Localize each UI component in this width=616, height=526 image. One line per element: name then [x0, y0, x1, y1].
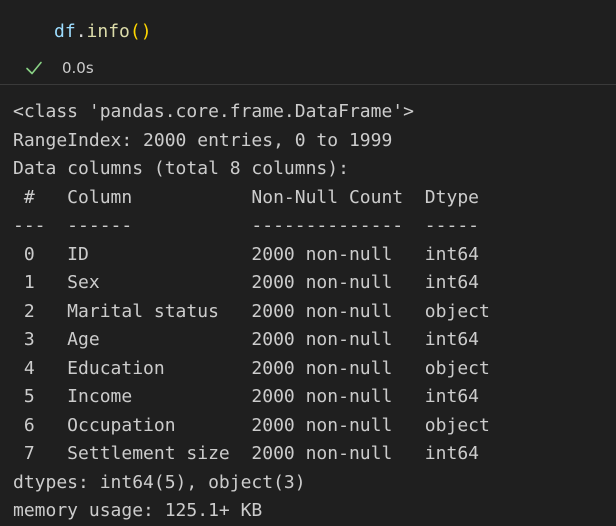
output-dtypes-line: dtypes: int64(5), object(3)	[13, 471, 306, 493]
output-column-row: 6 Occupation 2000 non-null object	[13, 414, 490, 436]
output-line: <class 'pandas.core.frame.DataFrame'>	[13, 101, 414, 122]
output-column-row: 7 Settlement size 2000 non-null int64	[13, 443, 490, 464]
output-memory-line: memory usage: 125.1+ KB	[13, 500, 263, 521]
output-column-row: 0 ID 2000 non-null int64	[13, 243, 490, 265]
output-column-row: 3 Age 2000 non-null int64	[13, 329, 490, 350]
check-icon	[26, 61, 42, 75]
code-function: info	[86, 21, 130, 42]
notebook-cell: df.info() 0.0s <class 'pandas.core.frame…	[0, 0, 616, 526]
code-variable: df	[54, 21, 76, 42]
output-divider	[0, 84, 616, 85]
code-paren-close: )	[140, 21, 152, 42]
output-column-row: 4 Education 2000 non-null object	[13, 357, 490, 379]
output-column-row: 2 Marital status 2000 non-null object	[13, 300, 490, 322]
execution-time: 0.0s	[62, 59, 94, 77]
output-line: Data columns (total 8 columns):	[13, 158, 349, 179]
code-dot: .	[75, 21, 87, 42]
output-column-row: 5 Income 2000 non-null int64	[13, 386, 490, 407]
code-paren-open: (	[129, 21, 141, 42]
code-line[interactable]: df.info()	[54, 20, 152, 44]
execution-status: 0.0s	[24, 56, 94, 80]
output-line: RangeIndex: 2000 entries, 0 to 1999	[13, 129, 393, 151]
output-header-rule: --- ------ -------------- -----	[13, 215, 490, 236]
code-editor[interactable]: df.info() 0.0s	[0, 0, 616, 84]
cell-output: <class 'pandas.core.frame.DataFrame'> Ran…	[13, 98, 490, 526]
output-column-row: 1 Sex 2000 non-null int64	[13, 272, 490, 293]
output-header-row: # Column Non-Null Count Dtype	[13, 186, 490, 208]
